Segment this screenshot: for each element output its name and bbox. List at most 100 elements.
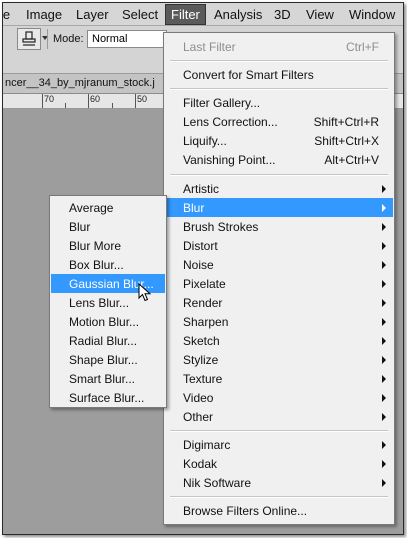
submenu-arrow-icon: [382, 441, 386, 449]
menu-item-pixelate[interactable]: Pixelate: [165, 274, 393, 293]
menu-item-shape-blur[interactable]: Shape Blur...: [51, 350, 165, 369]
menu-item-label: Noise: [183, 258, 214, 272]
mode-select[interactable]: Normal: [87, 30, 167, 48]
menu-window[interactable]: Window: [349, 7, 395, 22]
submenu-arrow-icon: [382, 413, 386, 421]
menu-item-label: Sharpen: [183, 315, 229, 329]
menu-view[interactable]: View: [306, 7, 334, 22]
menu-item-label: Box Blur...: [69, 258, 124, 272]
document-tab-label: ncer__34_by_mjranum_stock.j: [5, 77, 155, 89]
menu-item-sharpen[interactable]: Sharpen: [165, 312, 393, 331]
menu-item-label: Blur More: [69, 239, 122, 253]
menu-item-kodak[interactable]: Kodak: [165, 454, 393, 473]
menu-item-surface-blur[interactable]: Surface Blur...: [51, 388, 165, 407]
menu-item-label: Lens Correction...: [183, 115, 278, 129]
menu-item-label: Blur: [183, 201, 205, 215]
menu-item-label: Distort: [183, 239, 218, 253]
submenu-arrow-icon: [382, 280, 386, 288]
menu-item-label: Texture: [183, 372, 223, 386]
menu-item-stylize[interactable]: Stylize: [165, 350, 393, 369]
menu-item-browse-filters-online[interactable]: Browse Filters Online...: [165, 501, 393, 520]
menu-item-label: Liquify...: [183, 134, 227, 148]
menu-separator: [170, 496, 388, 498]
menu-separator: [170, 88, 388, 90]
menu-item-blur-more[interactable]: Blur More: [51, 236, 165, 255]
submenu-arrow-icon: [382, 261, 386, 269]
menu-item-blur-filter[interactable]: Blur: [51, 217, 165, 236]
menu-item-label: Radial Blur...: [69, 334, 138, 348]
ruler-tick: [135, 94, 136, 108]
tool-preset-picker[interactable]: [17, 28, 41, 50]
menu-item-brush-strokes[interactable]: Brush Strokes: [165, 217, 393, 236]
menu-item-sketch[interactable]: Sketch: [165, 331, 393, 350]
menu-item-texture[interactable]: Texture: [165, 369, 393, 388]
menu-item-label: Shape Blur...: [69, 353, 138, 367]
menu-item-label: Stylize: [183, 353, 219, 367]
submenu-arrow-icon: [382, 318, 386, 326]
clone-stamp-icon: [22, 31, 36, 46]
submenu-arrow-icon: [382, 242, 386, 250]
menu-item-box-blur[interactable]: Box Blur...: [51, 255, 165, 274]
menu-item-label: Other: [183, 410, 214, 424]
menu-item-motion-blur[interactable]: Motion Blur...: [51, 312, 165, 331]
menu-item-render[interactable]: Render: [165, 293, 393, 312]
menu-item-digimarc[interactable]: Digimarc: [165, 435, 393, 454]
menu-item-label: Digimarc: [183, 438, 231, 452]
submenu-arrow-icon: [382, 299, 386, 307]
menu-item-label: Pixelate: [183, 277, 226, 291]
menu-item-nik-software[interactable]: Nik Software: [165, 473, 393, 492]
menu-select[interactable]: Select: [122, 7, 158, 22]
ruler-tick: [42, 94, 43, 108]
menu-item-last-filter: Last Filter Ctrl+F: [165, 37, 393, 56]
menu-item-liquify[interactable]: Liquify... Shift+Ctrl+X: [165, 131, 393, 150]
submenu-arrow-icon: [382, 375, 386, 383]
menu-item-artistic[interactable]: Artistic: [165, 179, 393, 198]
menu-analysis[interactable]: Analysis: [214, 7, 262, 22]
submenu-arrow-icon: [382, 460, 386, 468]
menu-item-noise[interactable]: Noise: [165, 255, 393, 274]
submenu-arrow-icon: [382, 479, 386, 487]
mode-label: Mode:: [53, 33, 84, 45]
menu-item-video[interactable]: Video: [165, 388, 393, 407]
menu-item-vanishing-point[interactable]: Vanishing Point... Alt+Ctrl+V: [165, 150, 393, 169]
menu-item-label: Artistic: [183, 182, 219, 196]
ruler-number: 70: [44, 94, 55, 104]
menu-separator: [170, 430, 388, 432]
menu-item-label: Nik Software: [183, 476, 252, 490]
submenu-arrow-icon: [382, 394, 386, 402]
menu-item-label: Smart Blur...: [69, 372, 136, 386]
menu-3d[interactable]: 3D: [274, 7, 291, 22]
submenu-arrow-icon: [382, 356, 386, 364]
menu-item-filter-gallery[interactable]: Filter Gallery...: [165, 93, 393, 112]
menu-item-label: Motion Blur...: [69, 315, 140, 329]
menu-item-distort[interactable]: Distort: [165, 236, 393, 255]
menu-image[interactable]: Image: [26, 7, 62, 22]
menu-item-label: Last Filter: [183, 40, 236, 54]
menu-layer[interactable]: Layer: [76, 7, 109, 22]
menu-item-label: Video: [183, 391, 214, 405]
menu-filter[interactable]: Filter: [165, 4, 206, 25]
ruler-number: 60: [90, 94, 101, 104]
menu-separator: [170, 60, 388, 62]
ruler-number: 50: [137, 94, 148, 104]
menu-item-other[interactable]: Other: [165, 407, 393, 426]
ruler-tick: [88, 94, 89, 108]
menu-item-smart-blur[interactable]: Smart Blur...: [51, 369, 165, 388]
menu-item-label: Kodak: [183, 457, 218, 471]
menu-item-lens-correction[interactable]: Lens Correction... Shift+Ctrl+R: [165, 112, 393, 131]
menu-file[interactable]: le: [3, 7, 10, 22]
menu-item-label: Average: [69, 201, 114, 215]
menu-item-label: Surface Blur...: [69, 391, 145, 405]
submenu-arrow-icon: [382, 223, 386, 231]
menu-item-label: Lens Blur...: [69, 296, 130, 310]
menu-item-average[interactable]: Average: [51, 198, 165, 217]
menu-item-label: Vanishing Point...: [183, 153, 276, 167]
menu-item-label: Filter Gallery...: [183, 96, 261, 110]
filter-menu: Last Filter Ctrl+F Convert for Smart Fil…: [163, 32, 395, 525]
menu-item-convert-smart-filters[interactable]: Convert for Smart Filters: [165, 65, 393, 84]
menu-separator: [170, 174, 388, 176]
menu-item-label: Browse Filters Online...: [183, 504, 308, 518]
menu-item-label: Brush Strokes: [183, 220, 259, 234]
menu-item-radial-blur[interactable]: Radial Blur...: [51, 331, 165, 350]
menu-item-blur[interactable]: Blur: [165, 198, 393, 217]
